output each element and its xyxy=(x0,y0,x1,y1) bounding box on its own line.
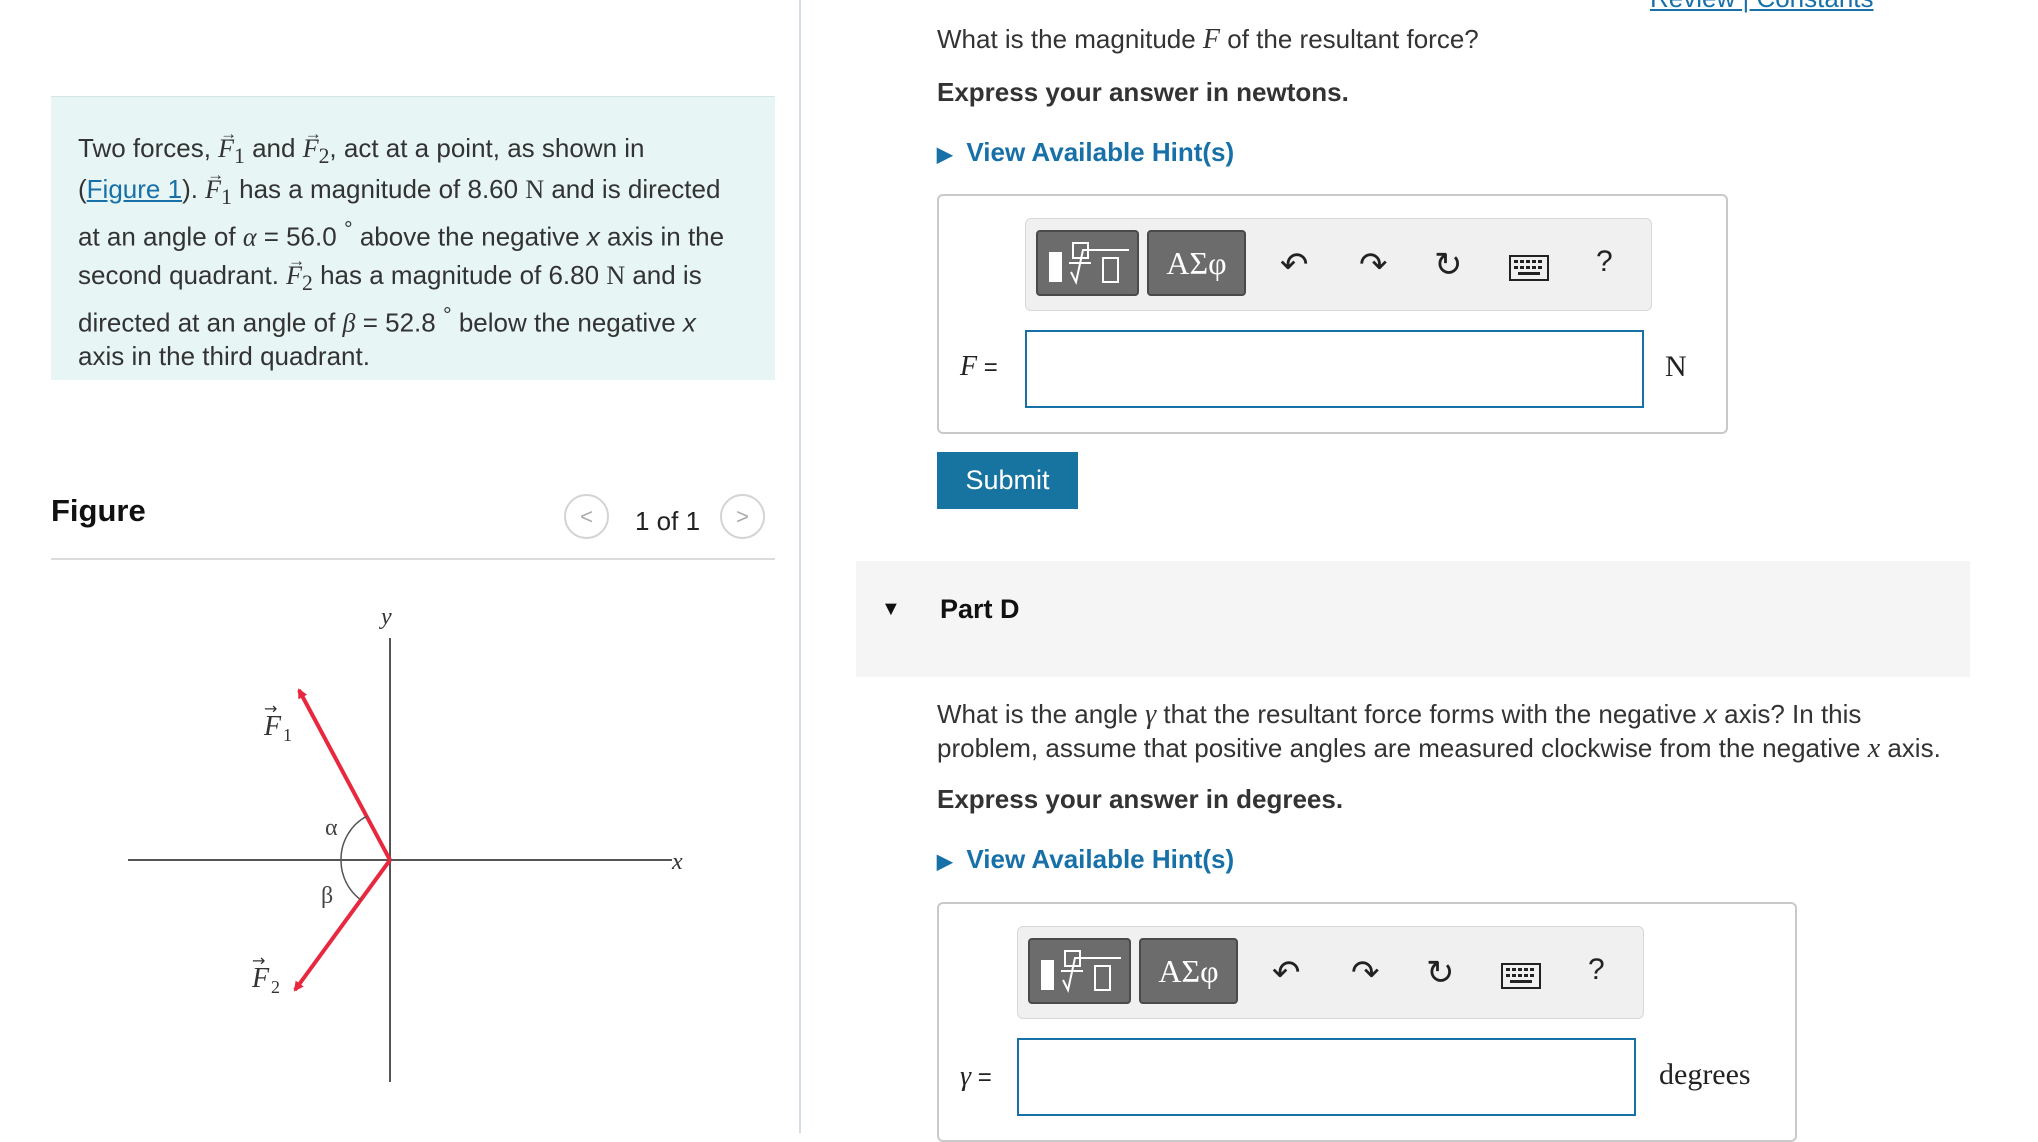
part-d-unit: degrees xyxy=(1659,1058,1751,1091)
caret-down-icon[interactable]: ▼ xyxy=(881,598,901,621)
part-d-title: Part D xyxy=(940,594,1020,624)
part-c-math-toolbar: ΑΣφ ↶ ↷ ↻ ? xyxy=(1025,218,1652,311)
f2-label-arrow: → xyxy=(252,951,265,970)
part-c-hint-toggle[interactable]: ▶ View Available Hint(s) xyxy=(937,137,1234,168)
part-d-header[interactable] xyxy=(856,561,1970,677)
alpha-angle-arc xyxy=(340,815,368,861)
f1-label-subscript: 1 xyxy=(283,725,292,745)
header-links[interactable]: Review | Constants xyxy=(1650,0,1874,14)
fraction-root-icon xyxy=(1040,950,1121,993)
force-diagram: y x α β F 1 → F 2 → xyxy=(128,604,683,1082)
part-c-variable-label: F = xyxy=(960,351,998,382)
keyboard-icon[interactable] xyxy=(1509,251,1549,290)
submit-button[interactable]: Submit xyxy=(937,452,1078,509)
part-d-question: What is the angle γ that the resultant f… xyxy=(937,699,1941,764)
panel-divider xyxy=(799,0,801,1133)
reset-icon[interactable]: ↻ xyxy=(1434,245,1463,285)
x-axis-label: x xyxy=(671,849,683,875)
alpha-label: α xyxy=(325,815,338,841)
part-c-question: What is the magnitude F of the resultant… xyxy=(937,24,1479,55)
keyboard-icon[interactable] xyxy=(1501,959,1541,998)
part-c-answer-input[interactable] xyxy=(1025,330,1644,408)
y-axis-label: y xyxy=(379,604,392,630)
templates-button[interactable] xyxy=(1036,230,1139,296)
part-c-unit: N xyxy=(1665,350,1687,383)
beta-label: β xyxy=(321,883,333,909)
templates-button[interactable] xyxy=(1028,938,1131,1004)
part-d-answer-input[interactable] xyxy=(1017,1038,1636,1116)
f1-label-arrow: → xyxy=(264,699,277,718)
beta-angle-arc xyxy=(340,859,362,901)
help-icon[interactable]: ? xyxy=(1588,953,1605,987)
part-d-variable-label: γ = xyxy=(960,1061,992,1092)
reset-icon[interactable]: ↻ xyxy=(1426,953,1455,993)
redo-icon[interactable]: ↷ xyxy=(1351,953,1380,993)
f2-label-subscript: 2 xyxy=(271,977,280,997)
help-icon[interactable]: ? xyxy=(1596,245,1613,279)
undo-icon[interactable]: ↶ xyxy=(1272,953,1301,993)
undo-icon[interactable]: ↶ xyxy=(1280,245,1309,285)
part-c-instruction: Express your answer in newtons. xyxy=(937,77,1349,107)
part-d-hint-toggle[interactable]: ▶ View Available Hint(s) xyxy=(937,844,1234,875)
caret-right-icon: ▶ xyxy=(937,851,953,873)
f1-arrow xyxy=(297,688,392,861)
f2-arrow xyxy=(293,858,392,992)
redo-icon[interactable]: ↷ xyxy=(1359,245,1388,285)
greek-symbols-button[interactable]: ΑΣφ xyxy=(1147,230,1246,296)
greek-symbols-button[interactable]: ΑΣφ xyxy=(1139,938,1238,1004)
part-d-instruction: Express your answer in degrees. xyxy=(937,784,1344,814)
fraction-root-icon xyxy=(1048,242,1129,285)
caret-right-icon: ▶ xyxy=(937,144,953,166)
part-d-math-toolbar: ΑΣφ ↶ ↷ ↻ ? xyxy=(1017,926,1644,1019)
